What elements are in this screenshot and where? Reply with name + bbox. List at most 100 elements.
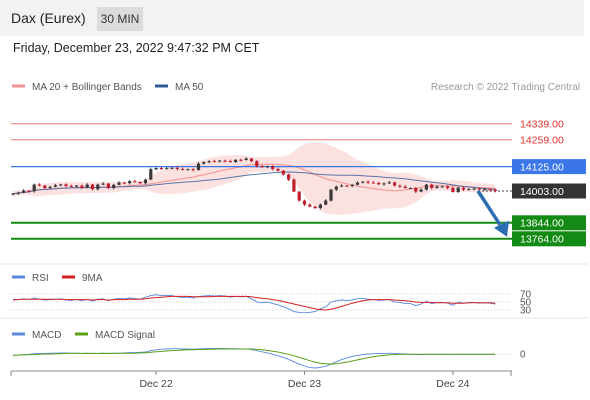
candle-body [318,204,322,208]
candle-body [414,188,418,192]
macd-panel: MACD MACD Signal 0 [12,330,526,369]
pivot-label: 14125.00 [520,161,564,173]
forecast-layer [476,190,509,237]
candle-body [207,161,211,163]
candle [281,170,285,176]
rsi-tick-label: 30 [520,306,532,317]
candle-body [276,169,280,171]
candle-body [11,193,15,195]
candle-body [234,159,238,162]
candle-body [355,182,360,185]
candle-body [175,167,179,169]
candle-body [101,183,105,185]
candle-body [302,200,307,205]
candle-body [202,162,206,164]
candle-body [493,189,497,191]
candle-body [265,166,269,168]
candle-body [292,179,296,192]
candle-body [122,182,126,184]
candle-body [435,186,439,188]
macd-legend-label: MACD Signal [95,330,155,341]
legend-swatch [12,84,25,88]
legend-label: MA 50 [175,82,204,93]
macd-legend-swatch [12,332,25,336]
candle-body [403,186,407,188]
macd-legend-swatch [75,332,88,336]
support-label: 13764.00 [520,234,564,246]
support-label: 13844.00 [520,218,564,230]
candle-body [181,169,185,170]
candle-body [424,184,428,190]
candle-body [461,187,466,190]
candle-body [297,191,301,201]
candle-body [228,161,232,162]
x-tick-label: Dec 24 [436,378,469,390]
candle-body [22,190,26,193]
candle [154,167,158,171]
macd-signal-line [13,348,496,365]
candle-body [281,170,285,175]
candle-body [334,186,338,190]
candle-body [377,182,381,185]
candle-body [133,181,137,183]
candle-body [165,168,169,170]
candle [149,167,153,181]
candle [159,167,163,170]
candle-body [37,184,42,186]
rsi-legend-swatch [62,275,75,279]
candle-body [239,159,243,161]
resistance-label: 14259.00 [520,134,564,146]
candle-body [419,189,423,192]
candle [22,189,26,194]
candle-body [75,185,79,187]
candle-body [287,174,291,180]
candle-body [244,158,248,160]
candle-body [260,166,264,168]
candle [292,178,296,193]
candle-body [106,183,110,188]
macd-legend-label: MACD [32,330,61,341]
candle-body [451,188,455,192]
candle-body [170,167,174,169]
candle-body [472,188,476,190]
candle-body [149,169,153,180]
candle-body [329,189,333,201]
candle-body [218,160,222,162]
bollinger-band-area [13,142,496,215]
candle-body [477,188,481,190]
candle-body [154,168,158,170]
candle-body [467,189,471,191]
candle-body [430,184,434,188]
candle-body [138,182,142,184]
candle-body [255,161,259,167]
candle-body [345,185,349,187]
candle-body [53,185,57,187]
candle-body [186,169,190,171]
bollinger-band-layer [13,142,496,215]
candle-body [159,168,163,169]
candle-body [48,186,52,188]
candle-body [249,158,254,162]
candle-body [59,184,63,186]
candle-body [361,181,365,183]
candle-body [32,184,36,192]
candle-body [271,166,275,169]
candle-body [212,161,216,163]
macd-line [12,347,496,369]
candle-body [64,184,68,186]
candle [302,199,307,206]
candle-body [350,184,354,186]
candle-body [483,189,487,191]
legend-label: MA 20 + Bollinger Bands [32,82,142,93]
candle-body [69,186,73,187]
candle-body [128,181,132,184]
rsi-legend-swatch [12,275,25,279]
x-tick-label: Dec 23 [288,378,321,390]
candle-body [398,185,402,187]
candle-body [340,185,344,187]
candle-body [393,182,397,186]
candle-body [117,182,121,185]
candle-body [16,192,20,194]
candle-body [196,163,201,170]
rsi-panel: RSI 9MA705030 [11,273,532,317]
